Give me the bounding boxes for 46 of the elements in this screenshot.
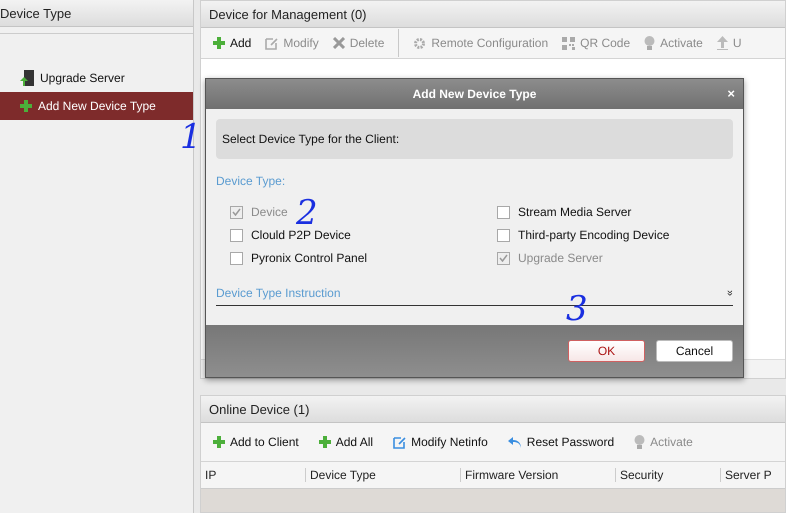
column-header[interactable]: IP — [201, 468, 305, 482]
checkbox-option[interactable]: Pyronix Control Panel — [230, 251, 368, 265]
undo-arrow-icon — [508, 436, 522, 448]
panel-title: Device Type — [0, 6, 72, 20]
column-header[interactable]: Security — [615, 468, 720, 482]
toolbar-button[interactable]: Modify Netinfo — [393, 435, 488, 449]
section-label: Device Type: — [216, 174, 286, 188]
toolbar-button[interactable]: Add to Client — [213, 435, 299, 449]
section-title: Online Device (1) — [209, 402, 310, 416]
plus-icon — [213, 37, 225, 49]
plus-icon — [213, 436, 225, 448]
checkbox-option[interactable]: Third-party Encoding Device — [497, 228, 670, 242]
expand-button[interactable]: » — [724, 290, 736, 296]
checkbox[interactable] — [230, 252, 243, 264]
x-icon — [332, 37, 345, 49]
column-header[interactable]: Device Type — [305, 468, 460, 482]
edit-icon — [393, 436, 406, 448]
dialog-title: Add New Device Type — [412, 87, 536, 101]
ok-button[interactable]: OK — [568, 340, 645, 362]
prompt-text: Select Device Type for the Client: — [222, 132, 400, 146]
bulb-icon — [634, 435, 646, 449]
plus-icon — [318, 436, 331, 448]
toolbar-button[interactable]: Add — [213, 36, 252, 50]
qr-code-icon — [562, 36, 576, 50]
checkbox[interactable] — [497, 228, 510, 242]
edit-icon — [265, 36, 278, 50]
checkbox-option[interactable]: Clould P2P Device — [230, 228, 351, 242]
cancel-button[interactable]: Cancel — [656, 340, 733, 362]
tree-item[interactable]: Upgrade Server — [0, 64, 193, 92]
plus-icon — [20, 100, 32, 112]
column-header[interactable]: Server P — [720, 468, 785, 482]
checkbox-option[interactable]: Stream Media Server — [497, 205, 632, 219]
close-button[interactable]: × — [727, 86, 735, 101]
toolbar-button[interactable]: Add All — [318, 435, 374, 449]
server-icon — [20, 70, 34, 86]
up-arrow-icon — [716, 36, 728, 50]
tree-item[interactable]: Add New Device Type — [0, 92, 193, 120]
bulb-icon — [644, 36, 656, 50]
checkbox[interactable] — [230, 228, 243, 242]
checkbox[interactable] — [497, 206, 510, 218]
toolbar-button[interactable]: Reset Password — [508, 435, 614, 449]
gear-icon — [413, 36, 426, 50]
handwritten-number: 2 — [296, 196, 318, 230]
section-title: Device for Management (0) — [209, 6, 367, 22]
column-header[interactable]: Firmware Version — [460, 468, 615, 482]
handwritten-number: 1 — [180, 120, 202, 154]
